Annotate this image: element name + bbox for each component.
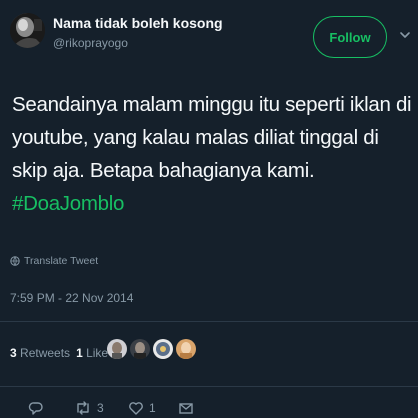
chevron-down-icon[interactable] — [398, 28, 412, 42]
liker-avatar[interactable] — [153, 339, 173, 359]
direct-message-button[interactable] — [178, 400, 194, 416]
globe-icon — [10, 256, 20, 266]
tweet-text-line: skip aja. Betapa bahagianya kami. — [12, 159, 315, 182]
retweet-button[interactable]: 3 — [74, 400, 104, 416]
avatar[interactable] — [10, 13, 45, 48]
divider — [0, 386, 418, 387]
engagement-stats: 3 Retweets 1 Like — [10, 346, 108, 360]
likers-avatars — [107, 339, 196, 359]
liker-avatar[interactable] — [107, 339, 127, 359]
tweet-timestamp[interactable]: 7:59 PM - 22 Nov 2014 — [10, 291, 133, 305]
retweets-stat[interactable]: 3 Retweets — [10, 346, 70, 360]
translate-tweet-link[interactable]: Translate Tweet — [10, 255, 98, 267]
like-button[interactable]: 1 — [128, 400, 156, 416]
tweet-actions: 3 1 — [0, 396, 418, 418]
retweets-count: 3 — [10, 346, 17, 360]
likes-label: Like — [86, 346, 109, 360]
envelope-icon — [179, 403, 193, 414]
reply-button[interactable] — [28, 400, 44, 416]
tweet-text-line: youtube, yang kalau malas diliat tinggal… — [12, 126, 379, 149]
likes-count: 1 — [76, 346, 83, 360]
retweet-icon — [77, 401, 89, 415]
divider — [0, 321, 418, 322]
retweet-count: 3 — [97, 401, 104, 415]
avatar-photo-icon — [10, 13, 45, 48]
like-count: 1 — [149, 401, 156, 415]
translate-label: Translate Tweet — [24, 255, 99, 267]
user-handle[interactable]: @rikoprayogo — [53, 36, 128, 50]
reply-icon — [28, 402, 43, 415]
display-name[interactable]: Nama tidak boleh kosong — [53, 15, 223, 31]
heart-icon — [129, 402, 143, 415]
likes-stat[interactable]: 1 Like — [76, 346, 108, 360]
tweet-text-line: Seandainya malam minggu itu seperti ikla… — [12, 93, 412, 116]
follow-button[interactable]: Follow — [313, 16, 387, 58]
tweet-card: Nama tidak boleh kosong @rikoprayogo Fol… — [0, 0, 418, 418]
liker-avatar[interactable] — [130, 339, 150, 359]
liker-avatar[interactable] — [176, 339, 196, 359]
tweet-text: Seandainya malam minggu itu seperti ikla… — [12, 88, 412, 220]
hashtag-link[interactable]: #DoaJomblo — [12, 187, 408, 220]
retweets-label: Retweets — [20, 346, 71, 360]
